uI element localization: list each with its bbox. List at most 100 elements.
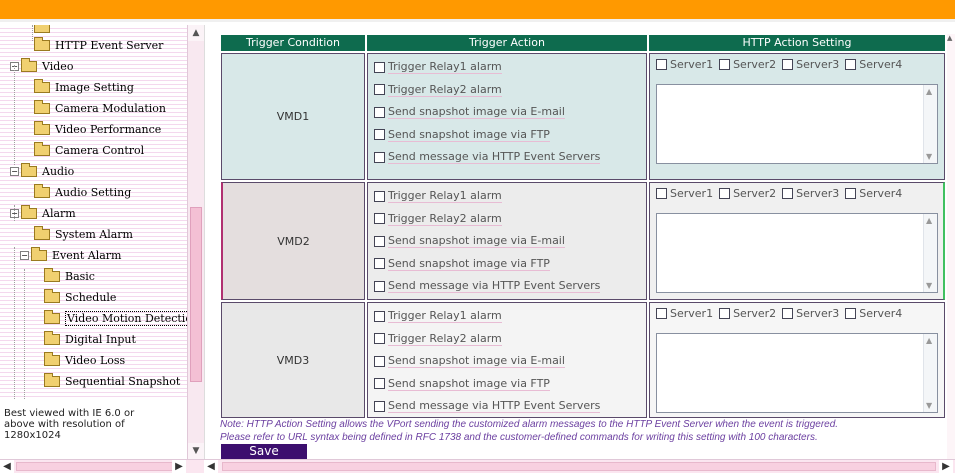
checkbox-send-snapshot-image-via-e-mail[interactable] [374,355,385,367]
checkbox-server1[interactable] [656,188,667,199]
scroll-thumb[interactable] [222,462,936,471]
action-send-snapshot-image-via-e-mail[interactable]: Send snapshot image via E-mail [374,354,565,368]
tree-item-video-motion-detection[interactable]: Video Motion Detection [44,308,187,328]
checkbox-send-snapshot-image-via-ftp[interactable] [374,378,385,389]
checkbox-trigger-relay1-alarm[interactable] [374,61,385,73]
tree-item-camera-control[interactable]: Camera Control [34,140,144,160]
checkbox-trigger-relay1-alarm[interactable] [374,190,385,202]
checkbox-send-message-via-http-event-servers[interactable] [374,280,385,292]
server-server1[interactable]: Server1 [656,58,713,71]
server-server3[interactable]: Server3 [782,307,839,320]
tree-item-audio-setting[interactable]: Audio Setting [34,182,131,202]
http-action-textarea[interactable]: ▲ ▼ [656,84,938,164]
right-vertical-scrollbar[interactable]: ▲ [947,34,955,459]
checkbox-server2[interactable] [719,59,731,70]
http-action-textarea[interactable]: ▲ ▼ [656,333,938,413]
action-trigger-relay2-alarm[interactable]: Trigger Relay2 alarm [374,212,502,226]
checkbox-server3[interactable] [782,308,794,319]
server-server2[interactable]: Server2 [719,307,776,320]
left-horizontal-scrollbar[interactable]: ◀ ▶ [0,459,204,473]
checkbox-server1[interactable] [656,59,667,70]
action-trigger-relay1-alarm[interactable]: Trigger Relay1 alarm [374,309,502,323]
scroll-down-icon[interactable]: ▼ [926,401,932,410]
checkbox-server1[interactable] [656,308,667,319]
action-send-snapshot-image-via-e-mail[interactable]: Send snapshot image via E-mail [374,234,565,248]
action-send-snapshot-image-via-ftp[interactable]: Send snapshot image via FTP [374,128,550,142]
server-server3[interactable]: Server3 [782,187,839,200]
tree-item-event-alarm[interactable]: − Event Alarm [20,245,121,265]
scroll-down-icon[interactable]: ▼ [926,152,932,161]
checkbox-send-snapshot-image-via-e-mail[interactable] [374,235,385,247]
server-server4[interactable]: Server4 [845,307,902,320]
tree-item-camera-modulation[interactable]: Camera Modulation [34,98,166,118]
server-server2[interactable]: Server2 [719,58,776,71]
scroll-up-icon[interactable]: ▲ [926,336,932,345]
scroll-up-icon[interactable]: ▲ [926,216,932,225]
checkbox-send-message-via-http-event-servers[interactable] [374,400,385,412]
action-send-snapshot-image-via-ftp[interactable]: Send snapshot image via FTP [374,377,550,391]
scroll-up-icon[interactable]: ▲ [947,34,955,42]
collapse-icon[interactable]: − [10,166,19,176]
action-trigger-relay1-alarm[interactable]: Trigger Relay1 alarm [374,189,502,203]
scroll-right-icon[interactable]: ▶ [939,460,953,473]
tree-item-sequential-snapshot[interactable]: Sequential Snapshot [44,371,180,391]
right-horizontal-scrollbar[interactable]: ◀ ▶ [204,459,955,473]
checkbox-server2[interactable] [719,188,731,199]
scroll-thumb[interactable] [190,207,202,382]
tree-item-video[interactable]: − Video [10,56,73,76]
action-send-message-via-http-event-servers[interactable]: Send message via HTTP Event Servers [374,279,601,293]
checkbox-trigger-relay2-alarm[interactable] [374,333,385,344]
action-trigger-relay1-alarm[interactable]: Trigger Relay1 alarm [374,60,502,74]
action-trigger-relay2-alarm[interactable]: Trigger Relay2 alarm [374,83,502,97]
tree-item-video-performance[interactable]: Video Performance [34,119,161,139]
tree-item-system-alarm[interactable]: System Alarm [34,224,133,244]
server-server2[interactable]: Server2 [719,187,776,200]
http-action-textarea[interactable]: ▲ ▼ [656,213,938,293]
scroll-left-icon[interactable]: ◀ [204,460,218,473]
save-button[interactable]: Save [221,444,307,459]
checkbox-server4[interactable] [845,188,857,199]
checkbox-server3[interactable] [782,188,794,199]
tree-item-alarm[interactable]: − Alarm [10,203,76,223]
checkbox-send-snapshot-image-via-ftp[interactable] [374,258,385,269]
scroll-left-icon[interactable]: ◀ [0,460,14,473]
tree-item-http-event-server[interactable]: HTTP Event Server [34,35,163,55]
scroll-up-icon[interactable]: ▲ [926,87,932,96]
action-send-message-via-http-event-servers[interactable]: Send message via HTTP Event Servers [374,150,601,164]
action-send-snapshot-image-via-e-mail[interactable]: Send snapshot image via E-mail [374,105,565,119]
checkbox-send-snapshot-image-via-ftp[interactable] [374,129,385,140]
textarea-scrollbar[interactable]: ▲ ▼ [923,214,937,292]
frame-divider[interactable] [204,25,214,473]
tree-item-digital-input[interactable]: Digital Input [44,329,136,349]
scroll-down-icon[interactable]: ▼ [188,443,204,459]
textarea-scrollbar[interactable]: ▲ ▼ [923,85,937,163]
server-server3[interactable]: Server3 [782,58,839,71]
checkbox-send-snapshot-image-via-e-mail[interactable] [374,106,385,118]
checkbox-trigger-relay2-alarm[interactable] [374,213,385,224]
scroll-thumb[interactable] [16,462,178,471]
tree-item-audio[interactable]: − Audio [10,161,74,181]
scroll-down-icon[interactable]: ▼ [926,281,932,290]
scroll-right-icon[interactable]: ▶ [172,460,186,473]
checkbox-send-message-via-http-event-servers[interactable] [374,151,385,163]
server-server1[interactable]: Server1 [656,187,713,200]
checkbox-trigger-relay2-alarm[interactable] [374,84,385,95]
left-vertical-scrollbar[interactable]: ▲ ▼ [187,25,204,459]
action-send-snapshot-image-via-ftp[interactable]: Send snapshot image via FTP [374,257,550,271]
tree-item-schedule[interactable]: Schedule [44,287,116,307]
textarea-scrollbar[interactable]: ▲ ▼ [923,334,937,412]
checkbox-server3[interactable] [782,59,794,70]
action-trigger-relay2-alarm[interactable]: Trigger Relay2 alarm [374,332,502,346]
checkbox-trigger-relay1-alarm[interactable] [374,310,385,322]
server-server4[interactable]: Server4 [845,58,902,71]
collapse-icon[interactable]: − [20,250,29,260]
checkbox-server4[interactable] [845,308,857,319]
tree-item-basic[interactable]: Basic [44,266,95,286]
checkbox-server4[interactable] [845,59,857,70]
checkbox-server2[interactable] [719,308,731,319]
action-send-message-via-http-event-servers[interactable]: Send message via HTTP Event Servers [374,399,601,413]
server-server4[interactable]: Server4 [845,187,902,200]
tree-item-video-loss[interactable]: Video Loss [44,350,125,370]
scroll-up-icon[interactable]: ▲ [188,25,204,41]
server-server1[interactable]: Server1 [656,307,713,320]
